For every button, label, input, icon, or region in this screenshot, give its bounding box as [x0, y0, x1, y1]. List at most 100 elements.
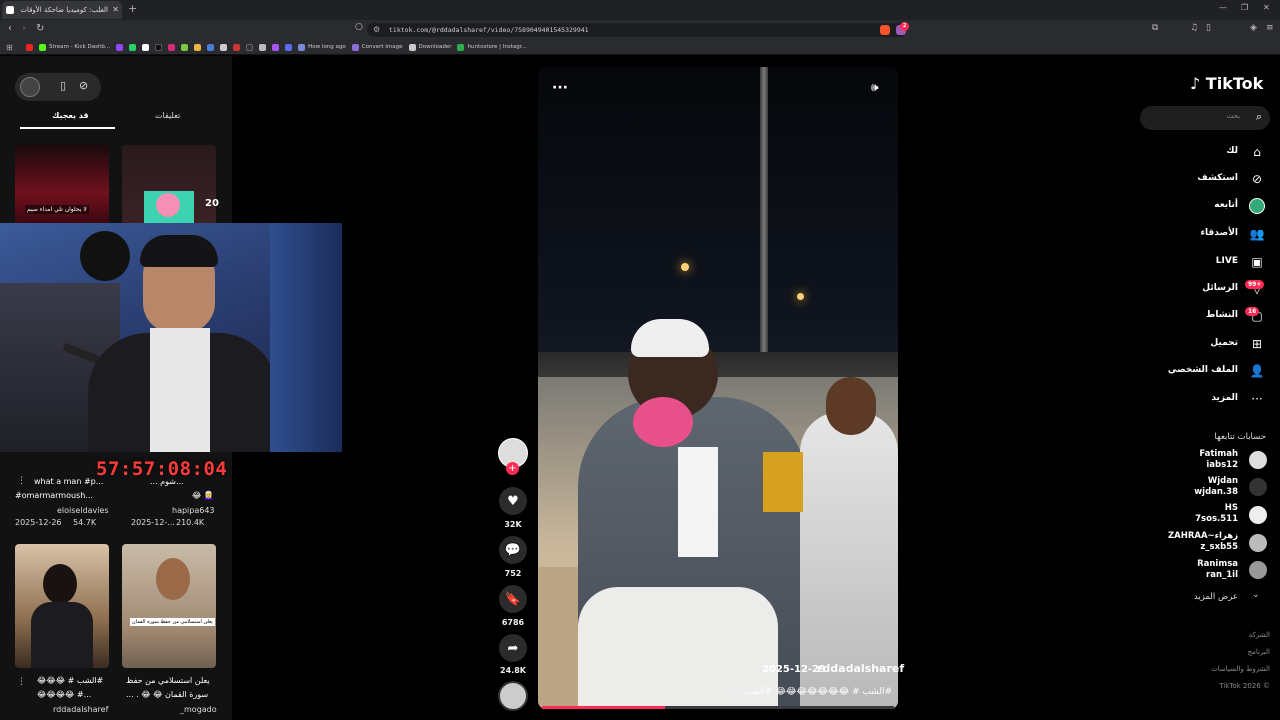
video-caption[interactable]: يعلن استسلامي من حفظ: [126, 676, 210, 685]
window-close-icon[interactable]: ✕: [1263, 3, 1270, 12]
avatar[interactable]: [20, 77, 40, 97]
nav-following[interactable]: أتابعه: [1214, 200, 1238, 210]
nav-upload[interactable]: تحميل: [1210, 338, 1238, 348]
video-author[interactable]: rddadalsharef: [53, 705, 108, 714]
bookmark-icon-generic[interactable]: [272, 43, 280, 51]
bookmark-icon-generic[interactable]: [181, 43, 189, 51]
video-thumbnail[interactable]: لا يحلوان تلي امداء سيم: [15, 145, 109, 225]
search-input[interactable]: بحث ⌕: [1140, 106, 1270, 130]
address-bar[interactable]: tiktok.com/@rddadalsharef/video/75890494…: [367, 23, 907, 37]
browser-tab[interactable]: الغلب: كوميديا ضاحكة الأوقات ✕: [2, 1, 122, 19]
bookmark-huntostore[interactable]: huntostore | Instagr...: [457, 43, 527, 51]
reload-icon[interactable]: ↻: [36, 23, 44, 34]
bookmark-icon-generic[interactable]: [220, 43, 228, 51]
search-icon[interactable]: ⌕: [1256, 110, 1262, 124]
nav-profile[interactable]: الملف الشخصي: [1168, 365, 1238, 375]
following-account[interactable]: Ranimsa ran_1il: [1197, 559, 1238, 581]
video-player[interactable]: [538, 67, 898, 709]
bookmark-how-long-ago[interactable]: How long ago: [298, 43, 346, 51]
upload-icon[interactable]: ⊞: [1249, 336, 1265, 352]
menu-icon[interactable]: ≡: [1266, 23, 1274, 33]
more-options-icon[interactable]: ⋮: [17, 677, 26, 687]
site-info-icon[interactable]: ⚙: [373, 25, 380, 34]
following-account[interactable]: Wjdan wjdan.38: [1194, 476, 1238, 498]
nav-more[interactable]: المزيد: [1211, 393, 1238, 403]
home-icon[interactable]: ⌂: [1249, 144, 1265, 160]
bookmark-icon[interactable]: ⎔: [355, 23, 363, 33]
video-author[interactable]: eloiseldavies: [57, 506, 109, 515]
profile-icon[interactable]: 👤: [1249, 363, 1265, 379]
nav-for-you[interactable]: لك: [1226, 146, 1238, 156]
live-icon[interactable]: ▣: [1249, 254, 1265, 270]
save-button[interactable]: 🔖: [499, 585, 527, 613]
see-more-link[interactable]: عرض المزيد: [1194, 592, 1238, 602]
brave-shield-icon[interactable]: [880, 25, 890, 35]
forward-icon[interactable]: ›: [22, 23, 26, 34]
nav-activity[interactable]: النشاط: [1206, 310, 1238, 320]
bookmark-convert-image[interactable]: Convert Image: [351, 43, 403, 51]
footer-company[interactable]: الشركة: [1249, 631, 1270, 639]
avatar[interactable]: [1249, 506, 1267, 524]
following-account[interactable]: HS 7sos.511: [1195, 503, 1238, 525]
bookmark-icon-generic[interactable]: [259, 43, 267, 51]
wallet-icon[interactable]: ◈: [1250, 23, 1257, 33]
minimize-icon[interactable]: —: [1219, 3, 1227, 12]
bookmark-icon-generic[interactable]: [246, 43, 254, 51]
tab-for-you[interactable]: قد يعجبك: [52, 111, 89, 120]
video-author[interactable]: rddadalsharef: [817, 662, 904, 675]
nav-friends[interactable]: الأصدقاء: [1200, 228, 1238, 238]
bookmark-icon-instagram[interactable]: [168, 43, 176, 51]
tab-comments[interactable]: تعليقات: [155, 111, 180, 120]
like-button[interactable]: ♥: [499, 487, 527, 515]
new-tab-icon[interactable]: +: [128, 2, 137, 15]
avatar[interactable]: [1249, 451, 1267, 469]
avatar[interactable]: [1249, 534, 1267, 552]
bookmark-icon-generic[interactable]: [207, 43, 215, 51]
chevron-down-icon[interactable]: ⌄: [1252, 590, 1260, 600]
sidebar-toggle-icon[interactable]: ▯: [1206, 23, 1211, 33]
nav-messages[interactable]: الرسائل: [1202, 283, 1238, 293]
bookmark-icon-x[interactable]: [142, 43, 150, 51]
following-account[interactable]: Fatimah iabs12: [1199, 449, 1238, 471]
video-author[interactable]: hapipa643: [172, 506, 215, 515]
video-caption[interactable]: #الشب # 😂😂😂: [37, 676, 103, 685]
view-mode-control[interactable]: ▯ ⊘: [15, 73, 101, 101]
video-thumbnail[interactable]: يعلن استسلامي من حفظ سورة القمان: [122, 544, 216, 668]
video-author[interactable]: _mogado: [180, 705, 217, 714]
avatar[interactable]: [1249, 478, 1267, 496]
extensions-icon[interactable]: ⧉: [1152, 23, 1158, 33]
compass-icon[interactable]: ⊘: [79, 79, 88, 92]
video-caption[interactable]: #الشب # 😂😂😂😂😂😂😂 #الشب ...: [728, 687, 892, 697]
more-options-icon[interactable]: ···: [552, 80, 568, 96]
footer-terms[interactable]: الشروط والسياسات: [1211, 665, 1270, 673]
bookmark-downloader[interactable]: Downloader: [408, 43, 451, 51]
close-tab-icon[interactable]: ✕: [112, 1, 119, 19]
nav-explore[interactable]: استكشف: [1197, 173, 1238, 183]
avatar[interactable]: [1249, 561, 1267, 579]
bookmark-stream[interactable]: Stream - Kick Dashb...: [39, 43, 110, 51]
bookmark-icon-tiktok[interactable]: [155, 43, 163, 51]
back-icon[interactable]: ‹: [8, 23, 12, 34]
bookmark-icon-whatsapp[interactable]: [129, 43, 137, 51]
volume-icon[interactable]: 🕪: [871, 80, 879, 95]
nav-live[interactable]: LIVE: [1216, 256, 1238, 266]
follow-plus-icon[interactable]: +: [506, 462, 519, 475]
bookmark-icon-generic[interactable]: [285, 43, 293, 51]
bookmark-icon-youtube[interactable]: [26, 43, 33, 51]
more-options-icon[interactable]: ⋮: [17, 476, 26, 486]
more-icon[interactable]: ···: [1249, 391, 1265, 407]
compass-icon[interactable]: ⊘: [1249, 171, 1265, 187]
bookmark-icon-twitch[interactable]: [116, 43, 124, 51]
following-account[interactable]: ZAHRAA~زهراء z_sxb55: [1168, 531, 1238, 553]
maximize-icon[interactable]: ❐: [1241, 3, 1248, 12]
following-icon[interactable]: [1249, 198, 1265, 214]
bookmark-icon-generic[interactable]: [194, 43, 202, 51]
media-icon[interactable]: ♫: [1190, 23, 1198, 33]
apps-grid-icon[interactable]: ⊞: [6, 43, 13, 52]
music-disc-avatar[interactable]: [498, 681, 528, 711]
share-button[interactable]: ➦: [499, 634, 527, 662]
video-thumbnail[interactable]: [15, 544, 109, 668]
tiktok-logo[interactable]: ♪ TikTok: [1190, 74, 1263, 93]
friends-icon[interactable]: 👥: [1249, 226, 1265, 242]
video-caption[interactable]: what a man #p...: [34, 477, 103, 486]
